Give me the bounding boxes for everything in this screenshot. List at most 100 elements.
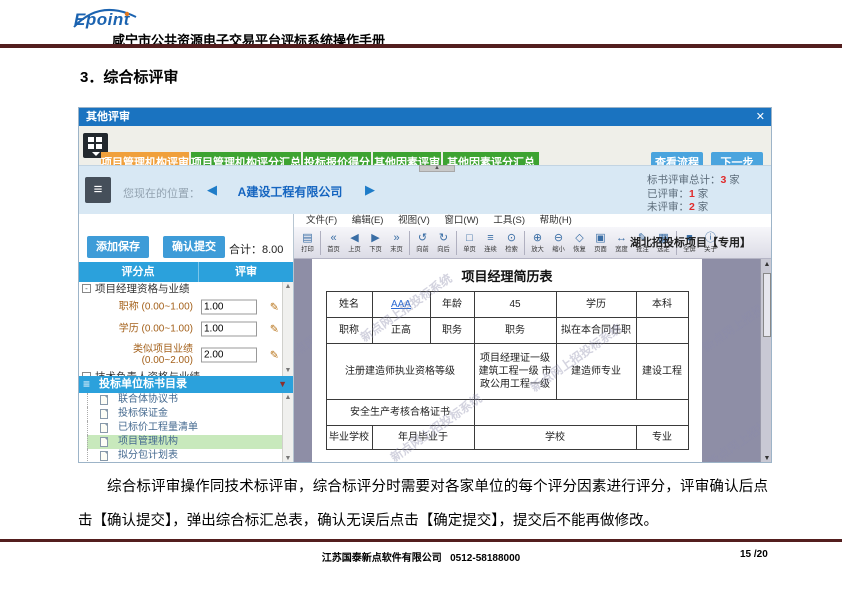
collapse-minus-icon[interactable]: - [82,284,91,293]
next-company-icon[interactable]: ▶ [365,182,375,198]
body-paragraph: 综合标评审操作同技术标评审，综合标评分时需要对各家单位的每个评分因素进行评分，评… [78,470,768,538]
score-panel: 添加保存 确认提交 合计：8.00 评分点 评审 - 项目经理资格与业绩 职称 … [79,214,294,463]
menu-hamburger-icon[interactable]: ≡ [85,177,111,203]
restore-icon[interactable]: ◇恢复 [569,233,590,253]
score-scrollbar[interactable]: ▲ ▼ [282,282,293,376]
score-input[interactable] [201,300,257,315]
chevron-down-icon[interactable]: ▼ [278,376,287,393]
manual-page: Epoint 咸宁市公共资源电子交易平台评标系统操作手册 3．综合标评审 其他评… [0,0,842,595]
bid-doc-tree: 联合体协议书 投标保证金 已标价工程量清单 项目管理机构 [79,393,282,463]
document-icon [100,395,108,405]
scroll-up-icon[interactable]: ▲ [283,393,293,403]
toolbar-separator [524,231,525,255]
context-bar: ≡ 您现在的位置： ◀ A建设工程有限公司 ▶ 标书评审总计：3 家 已评审：1… [79,165,772,214]
toolbar-separator [456,231,457,255]
score-rows: - 项目经理资格与业绩 职称 (0.00~1.00) ✎ 学历 (0.00~1.… [79,282,293,376]
grid-dots [88,137,103,148]
dialog-main: ▲ 添加保存 确认提交 合计：8.00 评分点 评审 - 项目经理资格与业绩 [79,214,772,463]
add-save-button[interactable]: 添加保存 [87,236,149,258]
scrollbar-thumb[interactable] [763,273,771,337]
table-row: 姓名 AAA 年龄 45 学历 本科 [326,292,688,318]
edit-pencil-icon[interactable]: ✎ [270,349,279,362]
location-label: 您现在的位置： [123,185,200,201]
menu-window[interactable]: 窗口(W) [444,215,478,226]
name-link[interactable]: AAA [372,292,430,318]
confirm-submit-button[interactable]: 确认提交 [163,236,225,258]
forward-icon[interactable]: ↻向后 [433,233,454,253]
tree-item[interactable]: 已标价工程量清单 [87,421,282,435]
bid-doc-tree-header[interactable]: ≡ 投标单位标书目录 ▼ [79,376,293,393]
resume-table-title: 项目经理简历表 [312,266,702,285]
scroll-down-icon[interactable]: ▼ [283,454,293,463]
section-heading: 3．综合标评审 [80,66,178,87]
edit-pencil-icon[interactable]: ✎ [270,301,279,314]
last-page-icon[interactable]: »末页 [386,233,407,253]
grid-caret [92,152,100,156]
continuous-icon[interactable]: ≡连续 [480,233,501,253]
footer-company: 江苏国泰新点软件有限公司 [322,553,442,564]
back-icon[interactable]: ↺向前 [412,233,433,253]
viewer-menubar: 文件(F) 编辑(E) 视图(V) 窗口(W) 工具(S) 帮助(H) [294,214,772,227]
document-icon [100,409,108,419]
footer-rule [0,539,842,542]
scroll-down-icon[interactable]: ▼ [283,366,293,376]
score-input[interactable] [201,348,257,363]
fit-page-icon[interactable]: ▣页面 [590,233,611,253]
scroll-up-icon[interactable]: ▲ [283,282,293,292]
prev-company-icon[interactable]: ◀ [207,182,217,198]
scroll-up-icon[interactable]: ▲ [761,261,772,268]
score-row: 类似项目业绩 (0.00~2.00) ✎ [79,340,293,370]
edit-pencil-icon[interactable]: ✎ [270,323,279,336]
scroll-down-icon[interactable]: ▼ [761,455,772,462]
score-group-row[interactable]: - 项目经理资格与业绩 [79,282,293,296]
stat-reviewed: 已评审：1 家 [647,188,765,202]
list-hamburger-icon: ≡ [83,376,90,393]
search-icon[interactable]: ⊙检索 [501,233,522,253]
table-row: 安全生产考核合格证书 [326,400,688,426]
col-score-point: 评分点 [79,262,197,282]
total-score: 合计：8.00 [229,241,283,257]
prev-page-icon[interactable]: ◀上页 [344,233,365,253]
single-page-icon[interactable]: □单页 [459,233,480,253]
document-area: 新点网上招投标系统 新点网上招投标系统 新点网上招投标系统 新点网上招投标系统 … [294,259,772,463]
tree-scrollbar[interactable]: ▲ ▼ [282,393,293,463]
print-icon[interactable]: ▤打印 [297,233,318,253]
menu-view[interactable]: 视图(V) [398,215,430,226]
col-review: 评审 [198,262,293,282]
score-row: 学历 (0.00~1.00) ✎ [79,318,293,340]
tree-item-selected[interactable]: 项目管理机构 [87,435,282,449]
fit-width-icon[interactable]: ↔宽度 [611,233,632,253]
zoom-out-icon[interactable]: ⊖缩小 [548,233,569,253]
tree-item[interactable]: 拟分包计划表 [87,449,282,463]
dialog-title: 其他评审 [86,111,130,123]
footer-phone: 0512-58188000 [450,553,520,564]
tree-item[interactable]: 投标保证金 [87,407,282,421]
document-icon [100,423,108,433]
header-rule [0,44,842,48]
toolbar-separator [409,231,410,255]
document-viewer: 文件(F) 编辑(E) 视图(V) 窗口(W) 工具(S) 帮助(H) ▤打印 … [294,214,772,463]
close-icon[interactable]: ✕ [756,108,765,126]
resume-table: 姓名 AAA 年龄 45 学历 本科 职称 正高 职务 [326,291,689,450]
project-label: 湖北招投标项目【专用】 [630,234,751,250]
review-stats: 标书评审总计：3 家 已评审：1 家 未评审：2 家 [647,174,765,215]
next-page-icon[interactable]: ▶下页 [365,233,386,253]
score-row: 职称 (0.00~1.00) ✎ [79,296,293,318]
dialog-titlebar: 其他评审 [79,108,772,126]
menu-file[interactable]: 文件(F) [306,215,337,226]
menu-edit[interactable]: 编辑(E) [352,215,384,226]
page-scrollbar[interactable]: ▲ ▼ [760,259,772,463]
zoom-in-icon[interactable]: ⊕放大 [527,233,548,253]
other-review-dialog: 其他评审 ✕ 项目管理机构评审 项目管理机构评分汇总 投标报价得分 其他因素评审… [78,107,772,463]
menu-tools[interactable]: 工具(S) [493,215,525,226]
footer-page-number: 15 /20 [740,549,768,560]
tab-strip: 项目管理机构评审 项目管理机构评分汇总 投标报价得分 其他因素评审 其他因素评分… [79,126,772,165]
score-input[interactable] [201,322,257,337]
stat-total: 标书评审总计：3 家 [647,174,765,188]
first-page-icon[interactable]: «首页 [323,233,344,253]
tree-item[interactable]: 联合体协议书 [87,393,282,407]
table-row: 职称 正高 职务 职务 拟在本合同任职 [326,318,688,344]
collapse-handle-icon[interactable]: ▲ [419,165,455,172]
menu-help[interactable]: 帮助(H) [540,215,572,226]
document-page: 新点网上招投标系统 新点网上招投标系统 新点网上招投标系统 项目经理简历表 姓名… [312,259,702,463]
